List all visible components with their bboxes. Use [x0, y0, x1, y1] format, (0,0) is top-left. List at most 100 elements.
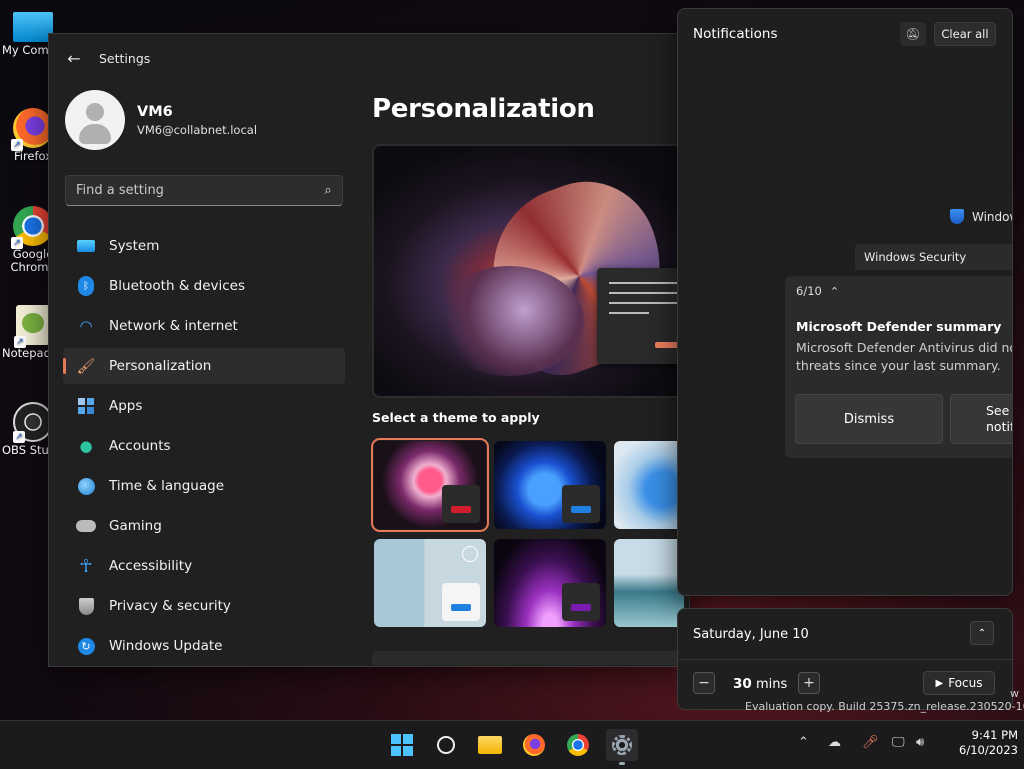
monitor-icon [75, 235, 97, 257]
theme-tile-bloom-light[interactable] [614, 441, 684, 529]
taskbar-firefox[interactable] [518, 729, 550, 761]
notification-center: Notifications 🔕︎ Clear all Window Window… [677, 8, 1013, 596]
sidebar-item-label: Accounts [109, 438, 171, 454]
network-offline-icon[interactable]: ☁︎ [828, 735, 841, 750]
increase-minutes-button[interactable]: + [798, 672, 820, 694]
sidebar-item-label: Privacy & security [109, 598, 231, 614]
gear-icon [612, 735, 632, 755]
slideshow-icon [462, 546, 478, 562]
taskbar-file-explorer[interactable] [474, 729, 506, 761]
obs-icon: ↗ [13, 402, 53, 443]
sidebar-item-network[interactable]: ◠ Network & internet [63, 308, 345, 344]
sidebar-item-label: Bluetooth & devices [109, 278, 246, 294]
calendar-date: Saturday, June 10 [693, 627, 809, 642]
firefox-icon [523, 734, 545, 756]
sidebar-item-label: Windows Update [109, 638, 223, 654]
calendar-flyout: Saturday, June 10 ⌃ − 30 mins + ▶ Focus [677, 608, 1013, 710]
theme-tile-glow[interactable] [371, 438, 489, 532]
notification-title: Microsoft Defender summary [796, 319, 1002, 334]
search-icon[interactable]: ⌕ [314, 183, 342, 198]
do-not-disturb-button[interactable]: 🔕︎ [900, 22, 926, 46]
gamepad-icon [75, 515, 97, 537]
search-box: ⌕ [65, 175, 343, 206]
avatar-head [86, 103, 104, 121]
clear-all-button[interactable]: Clear all [934, 22, 996, 46]
taskbar-settings[interactable] [606, 729, 638, 765]
shield-icon [75, 595, 97, 617]
content-strip [372, 651, 689, 665]
wallpaper-swirl [434, 266, 584, 376]
theme-tile-bloom-dark[interactable] [494, 441, 606, 529]
avatar-body [79, 124, 111, 144]
notification-count[interactable]: 6/10 ⌃ [796, 284, 839, 298]
theme-tile-captured-motion[interactable] [374, 539, 486, 627]
windows-logo-icon [391, 734, 413, 756]
minutes-value: 30 [733, 676, 752, 692]
clock-date: 6/10/2023 [959, 743, 1018, 757]
notification-card[interactable]: 6/10 ⌃ Microsoft Defender summary Micros… [785, 276, 1013, 458]
taskbar-chrome[interactable] [562, 729, 594, 761]
chrome-icon [567, 734, 589, 756]
focus-button[interactable]: ▶ Focus [923, 671, 995, 695]
theme-heading: Select a theme to apply [372, 410, 540, 425]
sidebar-nav: System ᛒ Bluetooth & devices ◠ Network &… [63, 228, 345, 666]
sidebar-item-label: Personalization [109, 358, 212, 374]
theme-tile-flow[interactable] [614, 539, 684, 627]
back-button[interactable]: ← [59, 43, 89, 73]
dismiss-button[interactable]: Dismiss [795, 394, 943, 444]
user-profile[interactable]: VM6 VM6@collabnet.local [65, 90, 257, 150]
accessibility-icon: ☥ [79, 555, 93, 577]
sidebar-item-label: Network & internet [109, 318, 238, 334]
taskbar-clock[interactable]: 9:41 PM 6/10/2023 [940, 728, 1018, 758]
watermark-line-1: w [1010, 687, 1019, 700]
notifications-heading: Notifications [693, 26, 778, 42]
wifi-icon: ◠ [79, 317, 93, 335]
avatar [65, 90, 125, 150]
microphone-icon[interactable]: 🎤︎ [862, 735, 879, 750]
sidebar-item-time-language[interactable]: Time & language [63, 468, 345, 504]
chevron-up-icon[interactable]: ⌃ [798, 735, 809, 750]
sidebar-item-bluetooth[interactable]: ᛒ Bluetooth & devices [63, 268, 345, 304]
globe-clock-icon [75, 475, 97, 497]
brush-icon: 🖌︎ [76, 357, 96, 375]
page-title: Personalization [372, 94, 595, 124]
sidebar-item-privacy[interactable]: Privacy & security [63, 588, 345, 624]
play-icon: ▶ [935, 677, 944, 689]
sidebar-item-system[interactable]: System [63, 228, 345, 264]
see-notifications-button[interactable]: See notific [950, 394, 1012, 444]
theme-tile-sunrise[interactable] [494, 539, 606, 627]
display-icon[interactable]: 🖵︎ [892, 735, 905, 750]
theme-chip [562, 583, 600, 621]
volume-icon[interactable]: 🔊︎ [916, 735, 924, 750]
person-icon: ● [79, 437, 93, 455]
search-input[interactable] [66, 182, 314, 199]
app-tag-label: Window [972, 209, 1012, 224]
bell-snooze-icon: 🔕︎ [905, 27, 921, 41]
sidebar-item-label: Time & language [109, 478, 225, 494]
shield-icon [950, 209, 964, 224]
monitor-icon [13, 12, 53, 42]
bluetooth-icon: ᛒ [75, 275, 97, 297]
notepadpp-icon: ↗ [14, 305, 50, 348]
notification-group-header[interactable]: Windows Security [855, 244, 1012, 270]
chevron-up-icon: ⌃ [829, 284, 840, 298]
calendar-collapse-button[interactable]: ⌃ [970, 621, 994, 645]
sidebar-item-windows-update[interactable]: ↻ Windows Update [63, 628, 345, 664]
notification-body: Microsoft Defender Antivirus did no thre… [796, 340, 1013, 373]
sidebar-item-personalization[interactable]: 🖌︎ Personalization [63, 348, 345, 384]
sidebar-item-gaming[interactable]: Gaming [63, 508, 345, 544]
start-button[interactable] [386, 729, 418, 761]
decrease-minutes-button[interactable]: − [693, 672, 715, 694]
title-bar: ← Settings [49, 34, 689, 82]
theme-preview [372, 144, 689, 398]
taskbar: ⌃ ☁︎ 🎤︎ 🖵︎ 🔊︎ 9:41 PM 6/10/2023 [0, 720, 1024, 769]
taskbar-search-button[interactable] [430, 729, 462, 761]
count-label: 6/10 [796, 284, 822, 298]
sidebar-item-accessibility[interactable]: ☥ Accessibility [63, 548, 345, 584]
folder-icon [478, 736, 502, 754]
app-tag: Window [950, 209, 1012, 224]
sidebar-item-apps[interactable]: Apps [63, 388, 345, 424]
sidebar-item-accounts[interactable]: ● Accounts [63, 428, 345, 464]
search-icon [437, 736, 455, 754]
profile-name: VM6 [137, 103, 173, 120]
